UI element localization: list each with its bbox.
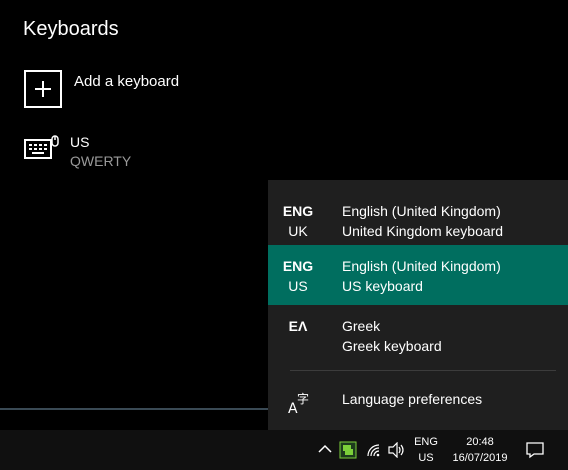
input-option-greek[interactable]: ΕΛ Greek Greek keyboard [268,305,568,365]
page-title: Keyboards [23,18,119,40]
input-keyboard: US keyboard [342,278,423,294]
input-option-eng-uk[interactable]: ENG UK English (United Kingdom) United K… [268,185,568,245]
divider [0,408,268,410]
language-preferences-link[interactable]: Language preferences [342,391,482,407]
add-keyboard-label[interactable]: Add a keyboard [74,73,179,90]
keyboard-layout: QWERTY [70,153,132,169]
input-language: English (United Kingdom) [342,203,501,219]
input-code: ENG US [282,256,314,296]
taskbar: ENG US 20:48 16/07/2019 [0,430,568,470]
input-indicator-layout: US [418,452,434,464]
input-code-line1: ENG [282,203,314,219]
input-code-line2: UK [288,223,308,239]
input-keyboard: United Kingdom keyboard [342,223,504,239]
input-language: Greek [342,318,381,334]
clock-date: 16/07/2019 [452,452,508,464]
keyboard-icon [24,135,59,159]
chevron-up-icon[interactable] [318,444,332,454]
input-switcher-flyout: ENG UK English (United Kingdom) United K… [268,180,568,430]
input-language: English (United Kingdom) [342,258,501,274]
flyout-divider [290,370,556,371]
notification-icon[interactable] [526,441,544,459]
input-code-line2: US [288,278,308,294]
volume-icon[interactable] [388,442,406,458]
language-preferences-icon: A 字 [288,391,309,415]
svg-text:字: 字 [297,391,309,406]
input-option-eng-us[interactable]: ENG US English (United Kingdom) US keybo… [268,245,568,305]
app-tray-icon[interactable] [339,441,357,459]
clock-time: 20:48 [466,436,494,448]
input-keyboard: Greek keyboard [342,338,442,354]
keyboard-name[interactable]: US [70,134,89,150]
input-code-line1: ENG [282,258,314,274]
wifi-icon[interactable] [366,443,382,459]
input-code-line1: ΕΛ [288,318,308,334]
input-code: ENG UK [282,201,314,241]
input-indicator-lang: ENG [414,436,438,448]
add-keyboard-button[interactable] [24,70,62,108]
input-indicator[interactable]: ENG US [405,434,447,466]
clock[interactable]: 20:48 16/07/2019 [448,434,512,466]
input-code: ΕΛ [282,316,314,336]
